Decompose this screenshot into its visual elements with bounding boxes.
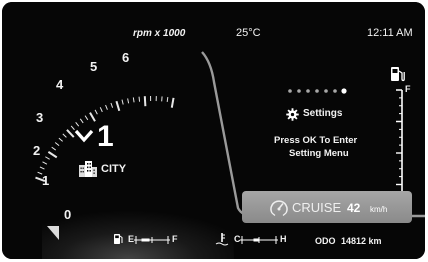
page-dot: [315, 89, 319, 93]
city-buildings-icon: [79, 161, 97, 177]
cruise-control-icon: [270, 200, 288, 216]
drive-mode-label: CITY: [101, 163, 127, 175]
tach-tick: [143, 96, 147, 107]
tach-tick: [166, 96, 169, 103]
coolant-mini-bar: [240, 236, 278, 244]
page-dot: [288, 89, 292, 93]
menu-page-indicator[interactable]: [286, 86, 350, 96]
screenshot-frame: rpm x 1000 25°C 12:11 AM 0 1 2 3 4 5 6 1…: [0, 0, 428, 262]
settings-hint-line-1: Press OK To Enter: [274, 135, 358, 146]
cruise-label: CRUISE: [292, 200, 342, 215]
cruise-speed-unit: km/h: [370, 205, 388, 214]
fuel-mini-empty-label: E: [128, 234, 135, 244]
coolant-hot-label: H: [280, 234, 287, 244]
fuel-pump-icon: [391, 67, 405, 82]
odometer-label: ODO: [315, 236, 336, 246]
tach-label-4: 4: [56, 77, 64, 92]
fuel-mini-bar: [134, 236, 170, 244]
page-dot: [297, 89, 301, 93]
page-dot: [306, 89, 310, 93]
settings-hint-line-2: Setting Menu: [289, 148, 349, 159]
tach-label-6: 6: [122, 50, 130, 65]
tach-label-0: 0: [64, 207, 72, 222]
cruise-control-panel: CRUISE 42 km/h: [242, 191, 412, 223]
rpm-unit-label: rpm x 1000: [133, 28, 186, 39]
page-dot: [333, 89, 337, 93]
odometer-value: 14812 km: [341, 236, 382, 246]
fuel-full-label: F: [405, 84, 411, 94]
coolant-temperature-icon: [215, 233, 229, 246]
tach-label-5: 5: [90, 59, 98, 74]
chevron-down-icon: [74, 129, 94, 143]
cruise-speed: 42: [347, 201, 361, 215]
current-gear: 1: [97, 120, 114, 153]
fuel-mini-full-label: F: [172, 234, 178, 244]
fuel-pump-icon: [114, 234, 123, 244]
tach-tick: [138, 96, 141, 102]
settings-title: Settings: [303, 108, 343, 119]
bottom-mini-gauges: [114, 233, 278, 246]
instrument-cluster: rpm x 1000 25°C 12:11 AM 0 1 2 3 4 5 6 1…: [2, 2, 425, 259]
outside-temperature: 25°C: [236, 27, 261, 39]
tach-label-1: 1: [42, 173, 50, 188]
tach-label-3: 3: [36, 110, 44, 125]
page-dot: [341, 88, 347, 94]
clock: 12:11 AM: [367, 27, 413, 39]
page-dot: [324, 89, 328, 93]
tach-label-2: 2: [33, 143, 41, 158]
gear-icon: [286, 108, 299, 121]
coolant-cold-label: C: [234, 234, 241, 244]
